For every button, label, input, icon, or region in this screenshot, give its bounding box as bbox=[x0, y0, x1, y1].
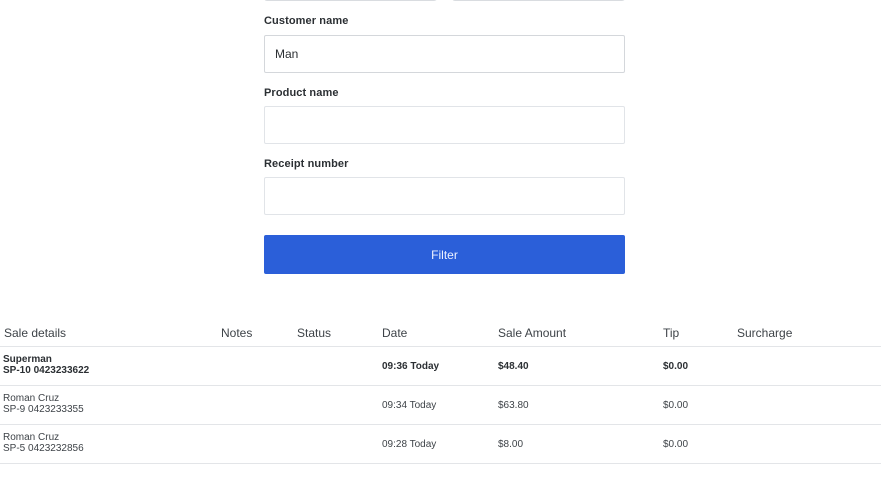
date-cell: 09:36 Today bbox=[382, 361, 440, 372]
table-row[interactable]: Superman SP-10 0423233622 09:36 Today $4… bbox=[0, 347, 881, 386]
date-cell: 09:28 Today bbox=[382, 439, 437, 450]
customer-name-input[interactable] bbox=[264, 35, 625, 73]
tip-cell: $0.00 bbox=[663, 400, 689, 411]
customer-name: Superman bbox=[3, 354, 52, 365]
receipt-number-label: Receipt number bbox=[264, 158, 349, 170]
header-status[interactable]: Status bbox=[297, 326, 331, 340]
receipt-number-input[interactable] bbox=[264, 177, 625, 215]
date-from-input[interactable] bbox=[264, 0, 437, 1]
customer-name: Roman Cruz bbox=[3, 393, 60, 404]
table-row[interactable]: Roman Cruz SP-5 0423232856 09:28 Today $… bbox=[0, 425, 881, 464]
header-date[interactable]: Date bbox=[382, 326, 407, 340]
tip-cell: $0.00 bbox=[663, 361, 689, 372]
sale-details-cell: Roman Cruz SP-9 0423233355 bbox=[3, 393, 84, 415]
sale-reference: SP-10 0423233622 bbox=[3, 365, 90, 376]
top-date-inputs bbox=[264, 0, 625, 1]
tip-cell: $0.00 bbox=[663, 439, 689, 450]
date-cell: 09:34 Today bbox=[382, 400, 437, 411]
amount-cell: $48.40 bbox=[498, 361, 529, 372]
sale-reference: SP-9 0423233355 bbox=[3, 404, 84, 415]
product-name-label: Product name bbox=[264, 87, 339, 99]
customer-name: Roman Cruz bbox=[3, 432, 60, 443]
header-tip[interactable]: Tip bbox=[663, 326, 679, 340]
customer-name-label: Customer name bbox=[264, 15, 349, 27]
table-header: Sale details Notes Status Date Sale Amou… bbox=[0, 317, 881, 347]
header-notes[interactable]: Notes bbox=[221, 326, 252, 340]
sale-reference: SP-5 0423232856 bbox=[3, 443, 84, 454]
header-sale-amount[interactable]: Sale Amount bbox=[498, 326, 566, 340]
amount-cell: $63.80 bbox=[498, 400, 529, 411]
header-surcharge[interactable]: Surcharge bbox=[737, 326, 792, 340]
product-name-input[interactable] bbox=[264, 106, 625, 144]
filter-button[interactable]: Filter bbox=[264, 235, 625, 274]
table-row[interactable]: Roman Cruz SP-9 0423233355 09:34 Today $… bbox=[0, 386, 881, 425]
amount-cell: $8.00 bbox=[498, 439, 524, 450]
header-sale-details[interactable]: Sale details bbox=[4, 326, 66, 340]
sale-details-cell: Superman SP-10 0423233622 bbox=[3, 354, 89, 376]
sales-table: Sale details Notes Status Date Sale Amou… bbox=[0, 317, 881, 464]
date-to-input[interactable] bbox=[452, 0, 625, 1]
sale-details-cell: Roman Cruz SP-5 0423232856 bbox=[3, 432, 84, 454]
